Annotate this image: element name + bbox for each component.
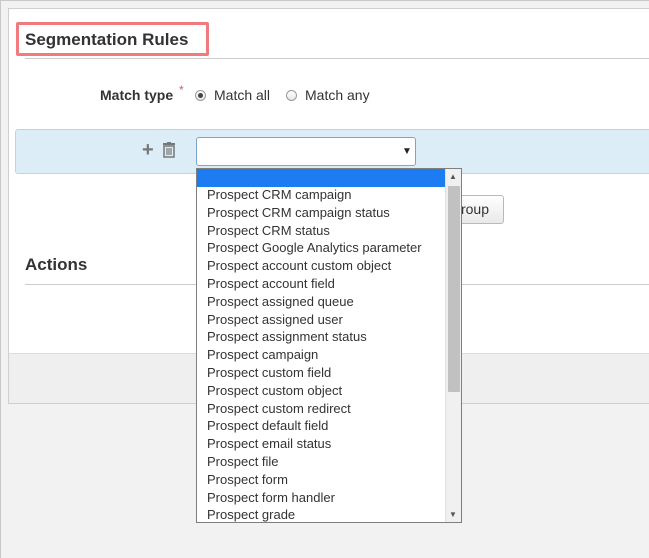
- scroll-down-icon[interactable]: ▼: [449, 510, 457, 519]
- dropdown-option[interactable]: Prospect CRM status: [207, 222, 445, 240]
- dropdown-scrollbar[interactable]: ▲ ▼: [445, 169, 461, 522]
- dropdown-option[interactable]: Prospect Google Analytics parameter: [207, 239, 445, 257]
- match-type-label: Match type: [100, 87, 174, 103]
- field-dropdown-list[interactable]: Prospect CRM campaign Prospect CRM campa…: [196, 168, 462, 523]
- match-any-label: Match any: [305, 87, 370, 103]
- rule-field-select[interactable]: [196, 137, 416, 166]
- dropdown-option[interactable]: Prospect assigned user: [207, 311, 445, 329]
- dropdown-option[interactable]: Prospect email status: [207, 435, 445, 453]
- window-top-border: [0, 0, 649, 1]
- trash-icon[interactable]: [162, 142, 176, 163]
- match-any-radio[interactable]: [286, 89, 297, 101]
- segmentation-rules-title: Segmentation Rules: [25, 30, 189, 49]
- highlighted-empty-option[interactable]: [197, 169, 445, 187]
- dropdown-option[interactable]: Prospect file: [207, 453, 445, 471]
- dropdown-option[interactable]: Prospect CRM campaign status: [207, 204, 445, 222]
- actions-title: Actions: [25, 255, 88, 274]
- dropdown-option[interactable]: Prospect form handler: [207, 489, 445, 507]
- required-indicator: *: [179, 83, 184, 97]
- dropdown-option[interactable]: Prospect grade: [207, 506, 445, 522]
- dropdown-option[interactable]: Prospect custom redirect: [207, 400, 445, 418]
- plus-icon[interactable]: +: [142, 140, 154, 160]
- dropdown-option[interactable]: Prospect campaign: [207, 346, 445, 364]
- match-all-radio-option[interactable]: Match all: [195, 87, 270, 103]
- match-any-radio-option[interactable]: Match any: [286, 87, 370, 103]
- scrollbar-thumb[interactable]: [448, 186, 460, 392]
- dropdown-option[interactable]: Prospect form: [207, 471, 445, 489]
- dropdown-option[interactable]: Prospect assigned queue: [207, 293, 445, 311]
- title-divider: [25, 58, 649, 59]
- dropdown-option[interactable]: Prospect custom field: [207, 364, 445, 382]
- match-all-label: Match all: [214, 87, 271, 103]
- dropdown-option[interactable]: Prospect default field: [207, 417, 445, 435]
- dropdown-options: Prospect CRM campaign Prospect CRM campa…: [207, 186, 445, 522]
- match-all-radio[interactable]: [195, 89, 206, 101]
- dropdown-option[interactable]: Prospect assignment status: [207, 328, 445, 346]
- dropdown-option[interactable]: Prospect CRM campaign: [207, 186, 445, 204]
- dropdown-option[interactable]: Prospect custom object: [207, 382, 445, 400]
- scroll-up-icon[interactable]: ▲: [449, 172, 457, 181]
- window-left-border: [0, 0, 1, 558]
- chevron-down-icon[interactable]: ▼: [402, 146, 412, 157]
- dropdown-option[interactable]: Prospect account field: [207, 275, 445, 293]
- dropdown-option[interactable]: Prospect account custom object: [207, 257, 445, 275]
